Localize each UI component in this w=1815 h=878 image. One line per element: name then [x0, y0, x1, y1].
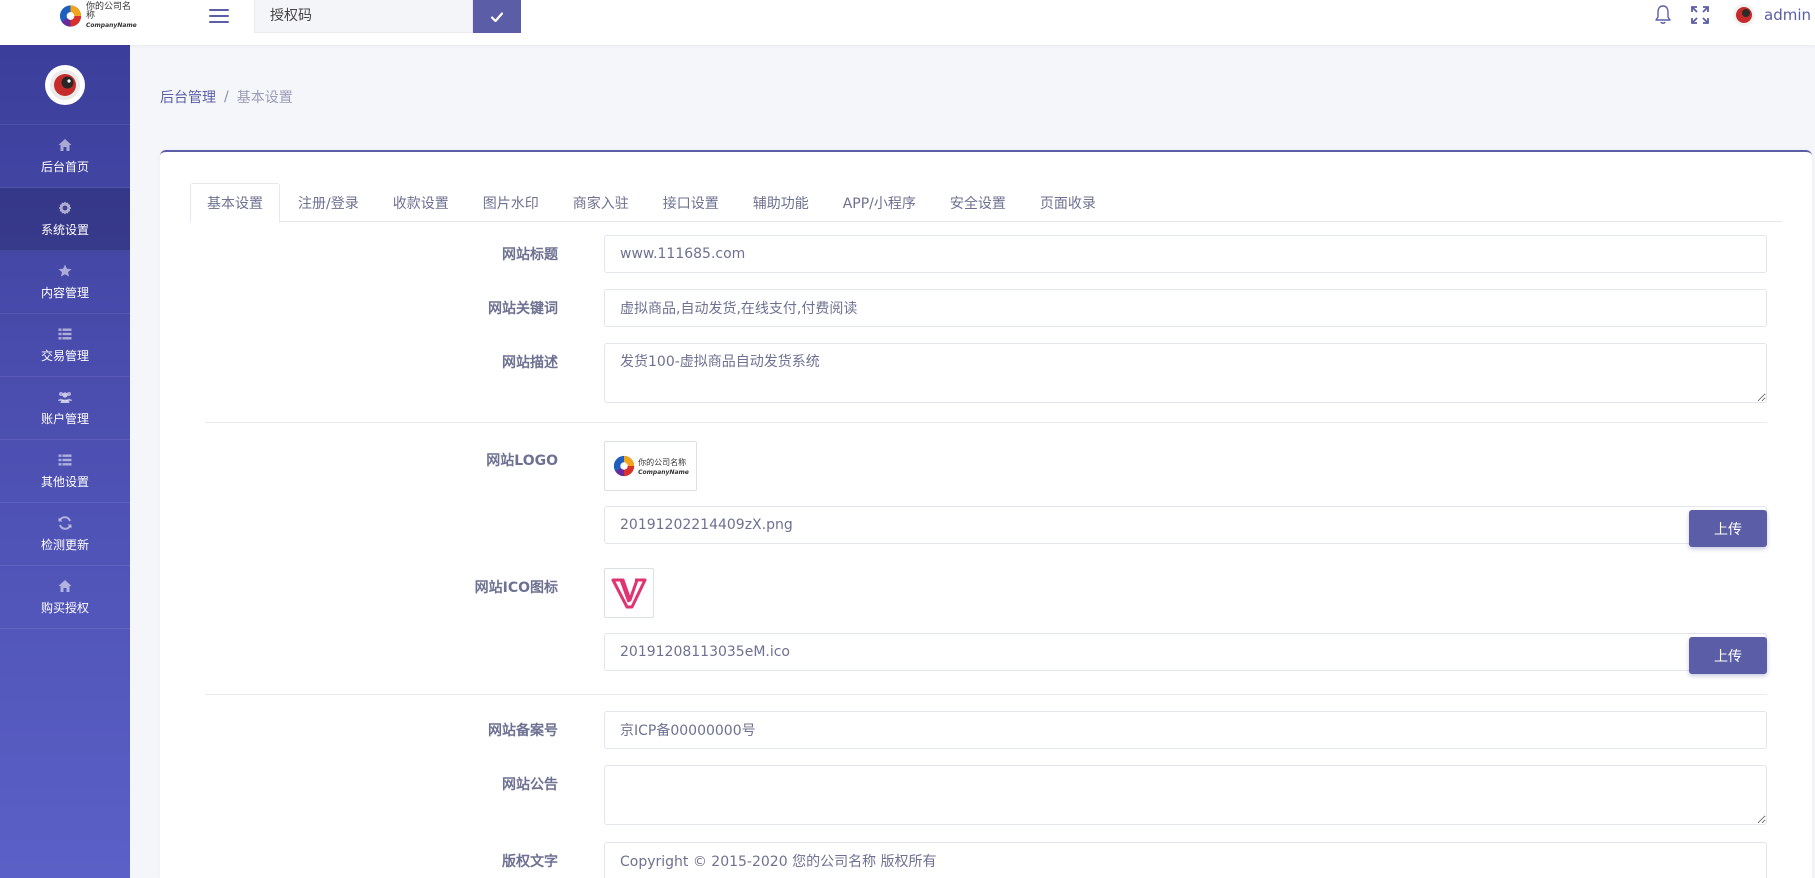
sidebar-item-label: 检测更新 — [40, 538, 89, 552]
site-notice-textarea[interactable] — [604, 765, 1767, 825]
site-title-label: 网站标题 — [502, 247, 558, 263]
auth-code-input[interactable] — [254, 0, 473, 33]
site-ico-file-input[interactable] — [604, 633, 1767, 671]
breadcrumb-root[interactable]: 后台管理 — [160, 87, 216, 107]
sidebar-item-transactions[interactable]: 交易管理 — [0, 314, 130, 377]
settings-card: 基本设置 注册/登录 收款设置 图片水印 商家入驻 接口设置 辅助功能 APP/… — [160, 150, 1812, 878]
site-description-textarea[interactable]: 发货100-虚拟商品自动发货系统 — [604, 343, 1767, 403]
sidebar-item-other-settings[interactable]: 其他设置 — [0, 440, 130, 503]
brand-name-cn: 你的公司名称 — [86, 2, 132, 21]
sidebar-item-buy-license[interactable]: 购买授权 — [0, 566, 130, 629]
ico-preview-icon — [611, 578, 647, 609]
site-icp-input[interactable] — [604, 711, 1767, 749]
top-header: 你的公司名称 CompanyName admin — [0, 0, 1815, 45]
sidebar-item-label: 账户管理 — [40, 412, 89, 426]
refresh-icon — [58, 516, 72, 530]
brand-mark-icon — [59, 5, 82, 27]
sidebar-item-label: 交易管理 — [40, 349, 89, 363]
avatar-logo-icon — [50, 69, 80, 100]
auth-submit-button[interactable] — [473, 0, 521, 33]
sidebar-item-content[interactable]: 内容管理 — [0, 251, 130, 314]
sidebar-item-label: 后台首页 — [40, 160, 89, 174]
site-description-label: 网站描述 — [502, 355, 558, 371]
tab-image-watermark[interactable]: 图片水印 — [467, 183, 555, 222]
home-icon — [58, 139, 72, 151]
fullscreen-icon[interactable] — [1690, 5, 1710, 25]
brand-name-en: CompanyName — [86, 22, 137, 29]
sidebar-item-label: 其他设置 — [40, 475, 89, 489]
logo-preview-name-en: CompanyName — [638, 468, 689, 476]
sidebar-item-accounts[interactable]: 账户管理 — [0, 377, 130, 440]
bell-icon[interactable] — [1653, 4, 1673, 26]
users-icon — [58, 392, 72, 403]
breadcrumb: 后台管理 / 基本设置 — [160, 87, 293, 107]
brand-logo[interactable]: 你的公司名称 CompanyName — [58, 2, 138, 30]
tab-auxiliary-functions[interactable]: 辅助功能 — [737, 183, 825, 222]
breadcrumb-current: 基本设置 — [236, 90, 293, 106]
tab-security-settings[interactable]: 安全设置 — [934, 183, 1022, 222]
tab-payment-settings[interactable]: 收款设置 — [377, 183, 465, 222]
sidebar-item-label: 内容管理 — [40, 286, 89, 300]
gear-icon — [58, 201, 72, 215]
breadcrumb-separator: / — [224, 89, 229, 105]
copyright-input[interactable] — [604, 842, 1767, 878]
site-logo-file-input[interactable] — [604, 506, 1767, 544]
copyright-label: 版权文字 — [502, 854, 558, 870]
logo-preview-mark-icon — [613, 455, 635, 477]
ico-upload-button[interactable]: 上传 — [1689, 637, 1767, 674]
tab-basic-settings[interactable]: 基本设置 — [190, 183, 280, 223]
tab-register-login[interactable]: 注册/登录 — [282, 183, 375, 222]
tab-merchant-onboarding[interactable]: 商家入驻 — [557, 183, 645, 222]
site-keywords-label: 网站关键词 — [488, 301, 558, 317]
section-divider — [205, 422, 1767, 423]
sidebar-item-check-update[interactable]: 检测更新 — [0, 503, 130, 566]
sidebar-logo[interactable] — [0, 45, 130, 125]
site-title-input[interactable] — [604, 235, 1767, 273]
site-ico-label: 网站ICO图标 — [474, 580, 558, 596]
site-icp-label: 网站备案号 — [488, 723, 558, 739]
home-icon — [58, 580, 72, 592]
settings-tabs: 基本设置 注册/登录 收款设置 图片水印 商家入驻 接口设置 辅助功能 APP/… — [190, 183, 1782, 223]
sidebar-item-label: 系统设置 — [40, 223, 89, 237]
site-notice-label: 网站公告 — [502, 777, 558, 793]
hamburger-menu-icon[interactable] — [209, 6, 229, 26]
sidebar-item-system-settings[interactable]: 系统设置 — [0, 188, 130, 251]
site-logo-preview: 你的公司名称 CompanyName — [604, 441, 697, 491]
site-ico-preview — [604, 568, 654, 618]
user-menu[interactable]: admin — [1732, 2, 1815, 28]
sidebar-item-label: 购买授权 — [40, 601, 89, 615]
sidebar-item-home[interactable]: 后台首页 — [0, 125, 130, 188]
user-name: admin — [1764, 6, 1811, 24]
sidebar: 后台首页 系统设置 内容管理 交易管理 账户管理 其他设置 检测更新 购买授权 — [0, 45, 130, 878]
logo-upload-button[interactable]: 上传 — [1689, 510, 1767, 547]
list-icon — [58, 454, 72, 466]
section-divider — [205, 694, 1767, 695]
tab-api-settings[interactable]: 接口设置 — [647, 183, 735, 222]
tab-app-miniprogram[interactable]: APP/小程序 — [827, 183, 932, 222]
tab-page-indexing[interactable]: 页面收录 — [1024, 183, 1112, 222]
logo-preview-name-cn: 你的公司名称 — [638, 457, 687, 467]
check-icon — [490, 11, 504, 22]
site-logo-label: 网站LOGO — [486, 453, 558, 469]
avatar — [1733, 4, 1755, 26]
list-icon — [58, 328, 72, 340]
site-keywords-input[interactable] — [604, 289, 1767, 327]
star-icon — [58, 264, 72, 277]
